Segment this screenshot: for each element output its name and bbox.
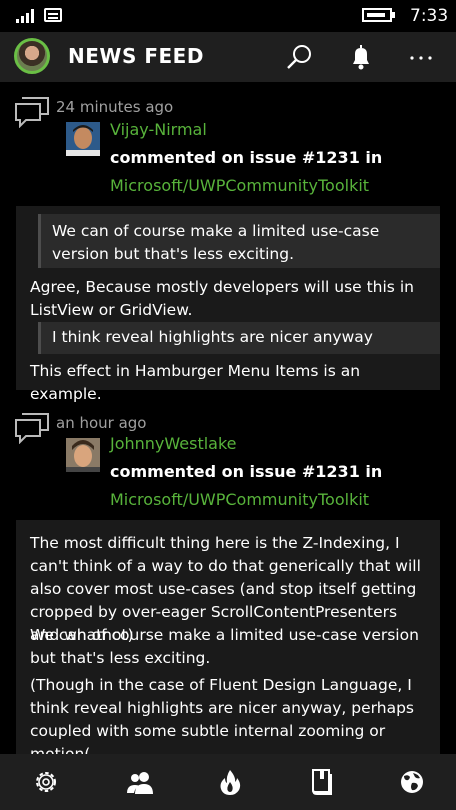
- comment-icon: [15, 413, 49, 444]
- battery-icon: [362, 8, 395, 22]
- feed-item[interactable]: 24 minutes ago Vijay-Nirmal commented on…: [0, 82, 456, 403]
- comment-paragraph: Agree, Because mostly developers will us…: [30, 278, 414, 319]
- feed-item[interactable]: an hour ago JohnnyWestlake commented on …: [0, 398, 456, 763]
- comment-icon: [15, 97, 49, 128]
- comment-body: We can of course make a limited use-case…: [16, 206, 440, 403]
- clock: 7:33: [410, 6, 449, 26]
- status-bar: 7:33: [0, 0, 456, 32]
- quote-block: I think reveal highlights are nicer anyw…: [38, 322, 440, 354]
- search-icon[interactable]: [284, 42, 314, 72]
- page-title: NEWS FEED: [68, 44, 204, 68]
- message-icon: [44, 8, 62, 22]
- repository-link[interactable]: Microsoft/UWPCommunityToolkit: [110, 176, 369, 195]
- fire-icon[interactable]: [216, 768, 244, 796]
- settings-icon[interactable]: [32, 768, 60, 796]
- comment-paragraph: We can of course make a limited use-case…: [30, 626, 419, 667]
- bell-icon[interactable]: [346, 42, 376, 72]
- comment-paragraph: (Though in the case of Fluent Design Lan…: [30, 676, 414, 763]
- username-link[interactable]: JohnnyWestlake: [110, 434, 237, 453]
- comment-body: The most difficult thing here is the Z-I…: [16, 520, 440, 763]
- people-icon[interactable]: [126, 768, 154, 796]
- app-bar: NEWS FEED: [0, 32, 456, 82]
- activity-description: commented on issue #1231 in: [110, 148, 383, 167]
- activity-description: commented on issue #1231 in: [110, 462, 383, 481]
- username-link[interactable]: Vijay-Nirmal: [110, 120, 207, 139]
- signal-icon: [16, 9, 36, 23]
- timestamp: an hour ago: [56, 414, 147, 432]
- user-avatar[interactable]: [66, 438, 100, 472]
- more-icon[interactable]: [406, 42, 436, 72]
- timestamp: 24 minutes ago: [56, 98, 174, 116]
- user-avatar[interactable]: [66, 122, 100, 156]
- globe-icon[interactable]: [398, 768, 426, 796]
- book-icon[interactable]: [308, 768, 336, 796]
- profile-avatar[interactable]: [14, 38, 50, 74]
- bottom-nav: [0, 754, 456, 810]
- repository-link[interactable]: Microsoft/UWPCommunityToolkit: [110, 490, 369, 509]
- quote-block: We can of course make a limited use-case…: [38, 214, 440, 268]
